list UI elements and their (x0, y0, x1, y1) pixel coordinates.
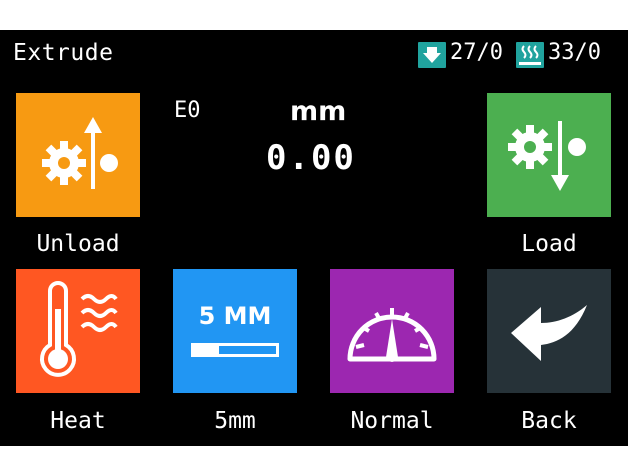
bed-temp-value: 33/0 (548, 40, 601, 65)
unload-label: Unload (36, 231, 120, 257)
step-size-bar (191, 343, 279, 357)
extruder-name: E0 (174, 98, 201, 123)
page-title: Extrude (13, 40, 114, 66)
thermometer-icon (40, 281, 118, 377)
extrude-screen: Extrude 27/0 33/0 E0 mm 0.00 Unload Load… (0, 30, 628, 446)
load-button[interactable] (487, 93, 611, 217)
speed-label: Normal (350, 408, 434, 434)
back-button[interactable] (487, 269, 611, 393)
back-arrow-icon (511, 305, 587, 361)
gear-arrow-up-icon (42, 117, 118, 189)
unload-button[interactable] (16, 93, 140, 217)
bed-temp-icon (516, 42, 544, 68)
step-size-bar-fill (194, 346, 219, 354)
speed-button[interactable] (330, 269, 454, 393)
extrude-unit: mm (290, 96, 347, 127)
extrude-amount: 0.00 (266, 138, 356, 178)
gear-arrow-down-icon (508, 121, 586, 191)
speedometer-icon (347, 308, 437, 362)
nozzle-temp-icon (418, 42, 446, 68)
heat-button[interactable] (16, 269, 140, 393)
back-label: Back (521, 408, 577, 434)
heat-label: Heat (50, 408, 106, 434)
step-size-label: 5mm (214, 408, 256, 434)
load-label: Load (521, 231, 577, 257)
nozzle-temp-value: 27/0 (450, 40, 503, 65)
step-size-icon-text: 5 MM (198, 302, 272, 330)
step-size-button[interactable]: 5 MM (173, 269, 297, 393)
